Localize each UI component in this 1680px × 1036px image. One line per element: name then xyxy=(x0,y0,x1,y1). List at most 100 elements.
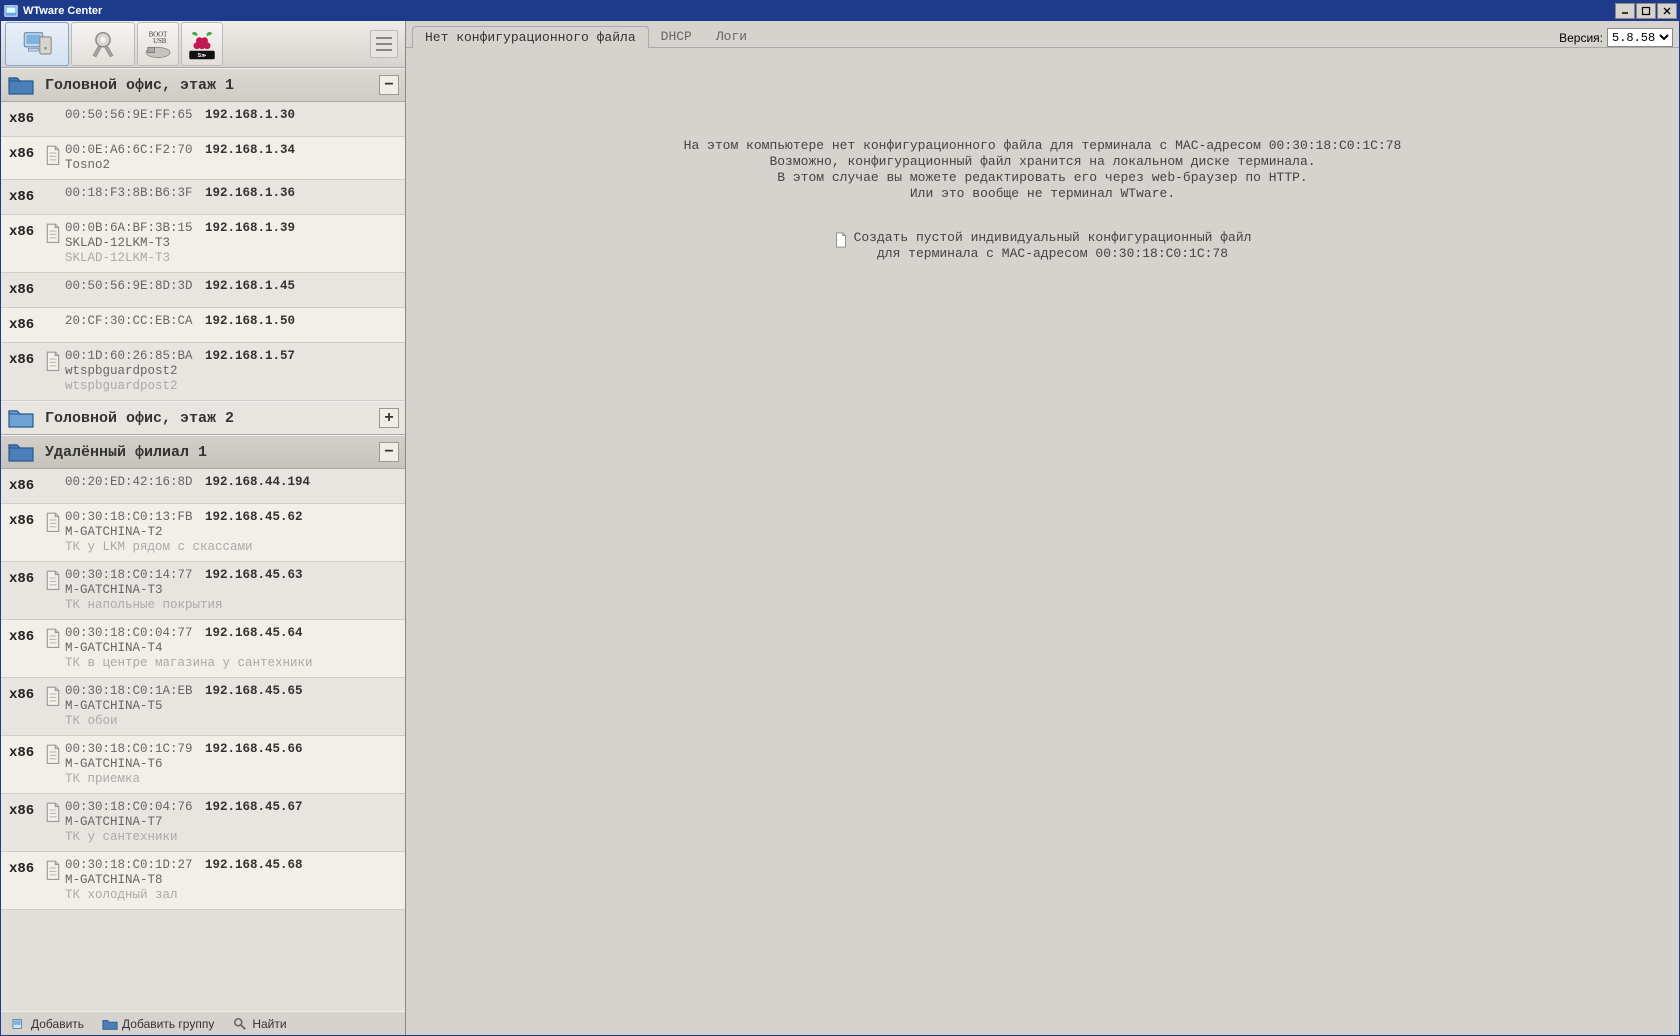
title-text: WTware Center xyxy=(23,5,1614,17)
mac-address: 00:30:18:C0:1C:79 xyxy=(65,742,205,757)
mac-address: 00:18:F3:8B:B6:3F xyxy=(65,186,205,201)
terminal-item[interactable]: x8600:18:F3:8B:B6:3F192.168.1.36 xyxy=(1,180,405,215)
app-window: WTware Center BOOTUSB S≫ xyxy=(0,0,1680,1036)
terminal-name: M-GATCHINA-T4 xyxy=(65,641,401,656)
arch-label: x86 xyxy=(9,108,45,127)
collapse-button[interactable]: − xyxy=(379,75,399,95)
svg-text:USB: USB xyxy=(153,38,167,45)
collapse-button[interactable]: − xyxy=(379,442,399,462)
group-header[interactable]: Головной офис, этаж 1 − xyxy=(1,68,405,102)
ip-address: 192.168.45.65 xyxy=(205,684,303,699)
terminal-item[interactable]: x86 00:30:18:C0:13:FB192.168.45.62M-GATCH… xyxy=(1,504,405,562)
terminal-item[interactable]: x8620:CF:30:CC:EB:CA192.168.1.50 xyxy=(1,308,405,343)
arch-label: x86 xyxy=(9,626,45,645)
terminal-name: M-GATCHINA-T7 xyxy=(65,815,401,830)
minimize-button[interactable] xyxy=(1615,3,1635,19)
mac-address: 00:30:18:C0:1D:27 xyxy=(65,858,205,873)
ip-address: 192.168.1.57 xyxy=(205,349,295,364)
config-file-icon xyxy=(45,802,61,822)
toolbar-settings-button[interactable] xyxy=(71,22,135,66)
terminal-list[interactable]: Головной офис, этаж 1 − x8600:50:56:9E:FF:… xyxy=(1,68,405,1011)
arch-label: x86 xyxy=(9,800,45,819)
toolbar-bootusb-button[interactable]: BOOTUSB xyxy=(137,22,179,66)
terminal-item[interactable]: x8600:50:56:9E:8D:3D192.168.1.45 xyxy=(1,273,405,308)
terminal-item[interactable]: x8600:50:56:9E:FF:65192.168.1.30 xyxy=(1,102,405,137)
config-file-icon xyxy=(45,860,61,880)
terminal-item[interactable]: x86 00:30:18:C0:1A:EB192.168.45.65M-GATCH… xyxy=(1,678,405,736)
ip-address: 192.168.45.68 xyxy=(205,858,303,873)
mac-address: 00:30:18:C0:04:76 xyxy=(65,800,205,815)
titlebar: WTware Center xyxy=(1,1,1679,21)
group-header[interactable]: Удалённый филиал 1− xyxy=(1,435,405,469)
terminal-name: wtspbguardpost2 xyxy=(65,364,401,379)
terminal-name: M-GATCHINA-T8 xyxy=(65,873,401,888)
terminal-item[interactable]: x8600:30:18:C0:1C:79192.168.45.66M-GATCH… xyxy=(1,736,405,794)
arch-label: x86 xyxy=(9,143,45,162)
terminal-desc: ТК в центре магазина у сантехники xyxy=(65,656,401,671)
ip-address: 192.168.45.62 xyxy=(205,510,303,525)
create-config-link[interactable]: Создать пустой индивидуальный конфигурац… xyxy=(834,230,1252,262)
terminal-item[interactable]: x8600:30:18:C0:04:77192.168.45.64M-GATCH… xyxy=(1,620,405,678)
terminal-item[interactable]: x86 00:30:18:C0:1D:27192.168.45.68M-GATCH… xyxy=(1,852,405,910)
terminal-desc: SKLAD-12LKM-T3 xyxy=(65,251,401,266)
arch-label: x86 xyxy=(9,349,45,368)
app-icon xyxy=(3,3,19,19)
terminal-desc: ТК напольные покрытия xyxy=(65,598,401,613)
maximize-button[interactable] xyxy=(1636,3,1656,19)
mac-address: 00:1D:60:26:85:BA xyxy=(65,349,205,364)
toolbar-raspberry-button[interactable]: S≫ xyxy=(181,22,223,66)
tab[interactable]: Логи xyxy=(704,25,759,47)
group-name: Головной офис, этаж 2 xyxy=(45,410,234,427)
terminal-name: M-GATCHINA-T2 xyxy=(65,525,401,540)
mac-address: 00:20:ED:42:16:8D xyxy=(65,475,205,490)
hamburger-menu-button[interactable] xyxy=(370,30,398,58)
ip-address: 192.168.1.30 xyxy=(205,108,295,123)
find-button[interactable]: Найти xyxy=(232,1017,286,1031)
left-panel: BOOTUSB S≫ Головной офис, этаж 1 − x8600:5… xyxy=(1,21,406,1035)
terminal-item[interactable]: x8600:30:18:C0:04:76192.168.45.67M-GATCH… xyxy=(1,794,405,852)
ip-address: 192.168.45.64 xyxy=(205,626,303,641)
arch-label: x86 xyxy=(9,221,45,240)
terminal-name: M-GATCHINA-T6 xyxy=(65,757,401,772)
group-name: Головной офис, этаж 1 xyxy=(45,77,234,94)
arch-label: x86 xyxy=(9,684,45,703)
config-file-icon xyxy=(45,570,61,590)
ip-address: 192.168.44.194 xyxy=(205,475,310,490)
add-group-button[interactable]: Добавить группу xyxy=(102,1017,214,1031)
config-file-icon xyxy=(45,686,61,706)
version-select[interactable]: 5.8.58 xyxy=(1607,28,1673,47)
svg-text:S≫: S≫ xyxy=(198,53,207,59)
left-footer: Добавить Добавить группу Найти xyxy=(1,1011,405,1035)
config-file-icon xyxy=(45,351,61,371)
toolbar-computer-button[interactable] xyxy=(5,22,69,66)
terminal-item[interactable]: x8600:0E:A6:6C:F2:70192.168.1.34Tosno2 xyxy=(1,137,405,180)
terminal-item[interactable]: x8600:0B:6A:BF:3B:15192.168.1.39SKLAD-12… xyxy=(1,215,405,273)
svg-text:BOOT: BOOT xyxy=(149,31,168,38)
mac-address: 00:30:18:C0:13:FB xyxy=(65,510,205,525)
terminal-desc: ТК обои xyxy=(65,714,401,729)
mac-address: 00:30:18:C0:1A:EB xyxy=(65,684,205,699)
arch-label: x86 xyxy=(9,858,45,877)
terminal-item[interactable]: x8600:30:18:C0:14:77192.168.45.63M-GATCH… xyxy=(1,562,405,620)
arch-label: x86 xyxy=(9,742,45,761)
mac-address: 00:0E:A6:6C:F2:70 xyxy=(65,143,205,158)
arch-label: x86 xyxy=(9,568,45,587)
terminal-item[interactable]: x8600:20:ED:42:16:8D192.168.44.194 xyxy=(1,469,405,504)
config-file-icon xyxy=(45,223,61,243)
group-header[interactable]: Головной офис, этаж 2 + xyxy=(1,401,405,435)
expand-button[interactable]: + xyxy=(379,408,399,428)
content-area: На этом компьютере нет конфигурационного… xyxy=(406,47,1679,1035)
mac-address: 00:30:18:C0:14:77 xyxy=(65,568,205,583)
add-button[interactable]: Добавить xyxy=(11,1017,84,1031)
terminal-desc: ТК у сантехники xyxy=(65,830,401,845)
terminal-item[interactable]: x86 00:1D:60:26:85:BA192.168.1.57wtspbgua… xyxy=(1,343,405,401)
ip-address: 192.168.45.63 xyxy=(205,568,303,583)
tab[interactable]: Нет конфигурационного файла xyxy=(412,26,649,48)
arch-label: x86 xyxy=(9,510,45,529)
config-file-icon xyxy=(45,145,61,165)
close-button[interactable] xyxy=(1657,3,1677,19)
ip-address: 192.168.1.45 xyxy=(205,279,295,294)
tab[interactable]: DHCP xyxy=(649,25,704,47)
terminal-name: M-GATCHINA-T5 xyxy=(65,699,401,714)
config-file-icon xyxy=(45,744,61,764)
